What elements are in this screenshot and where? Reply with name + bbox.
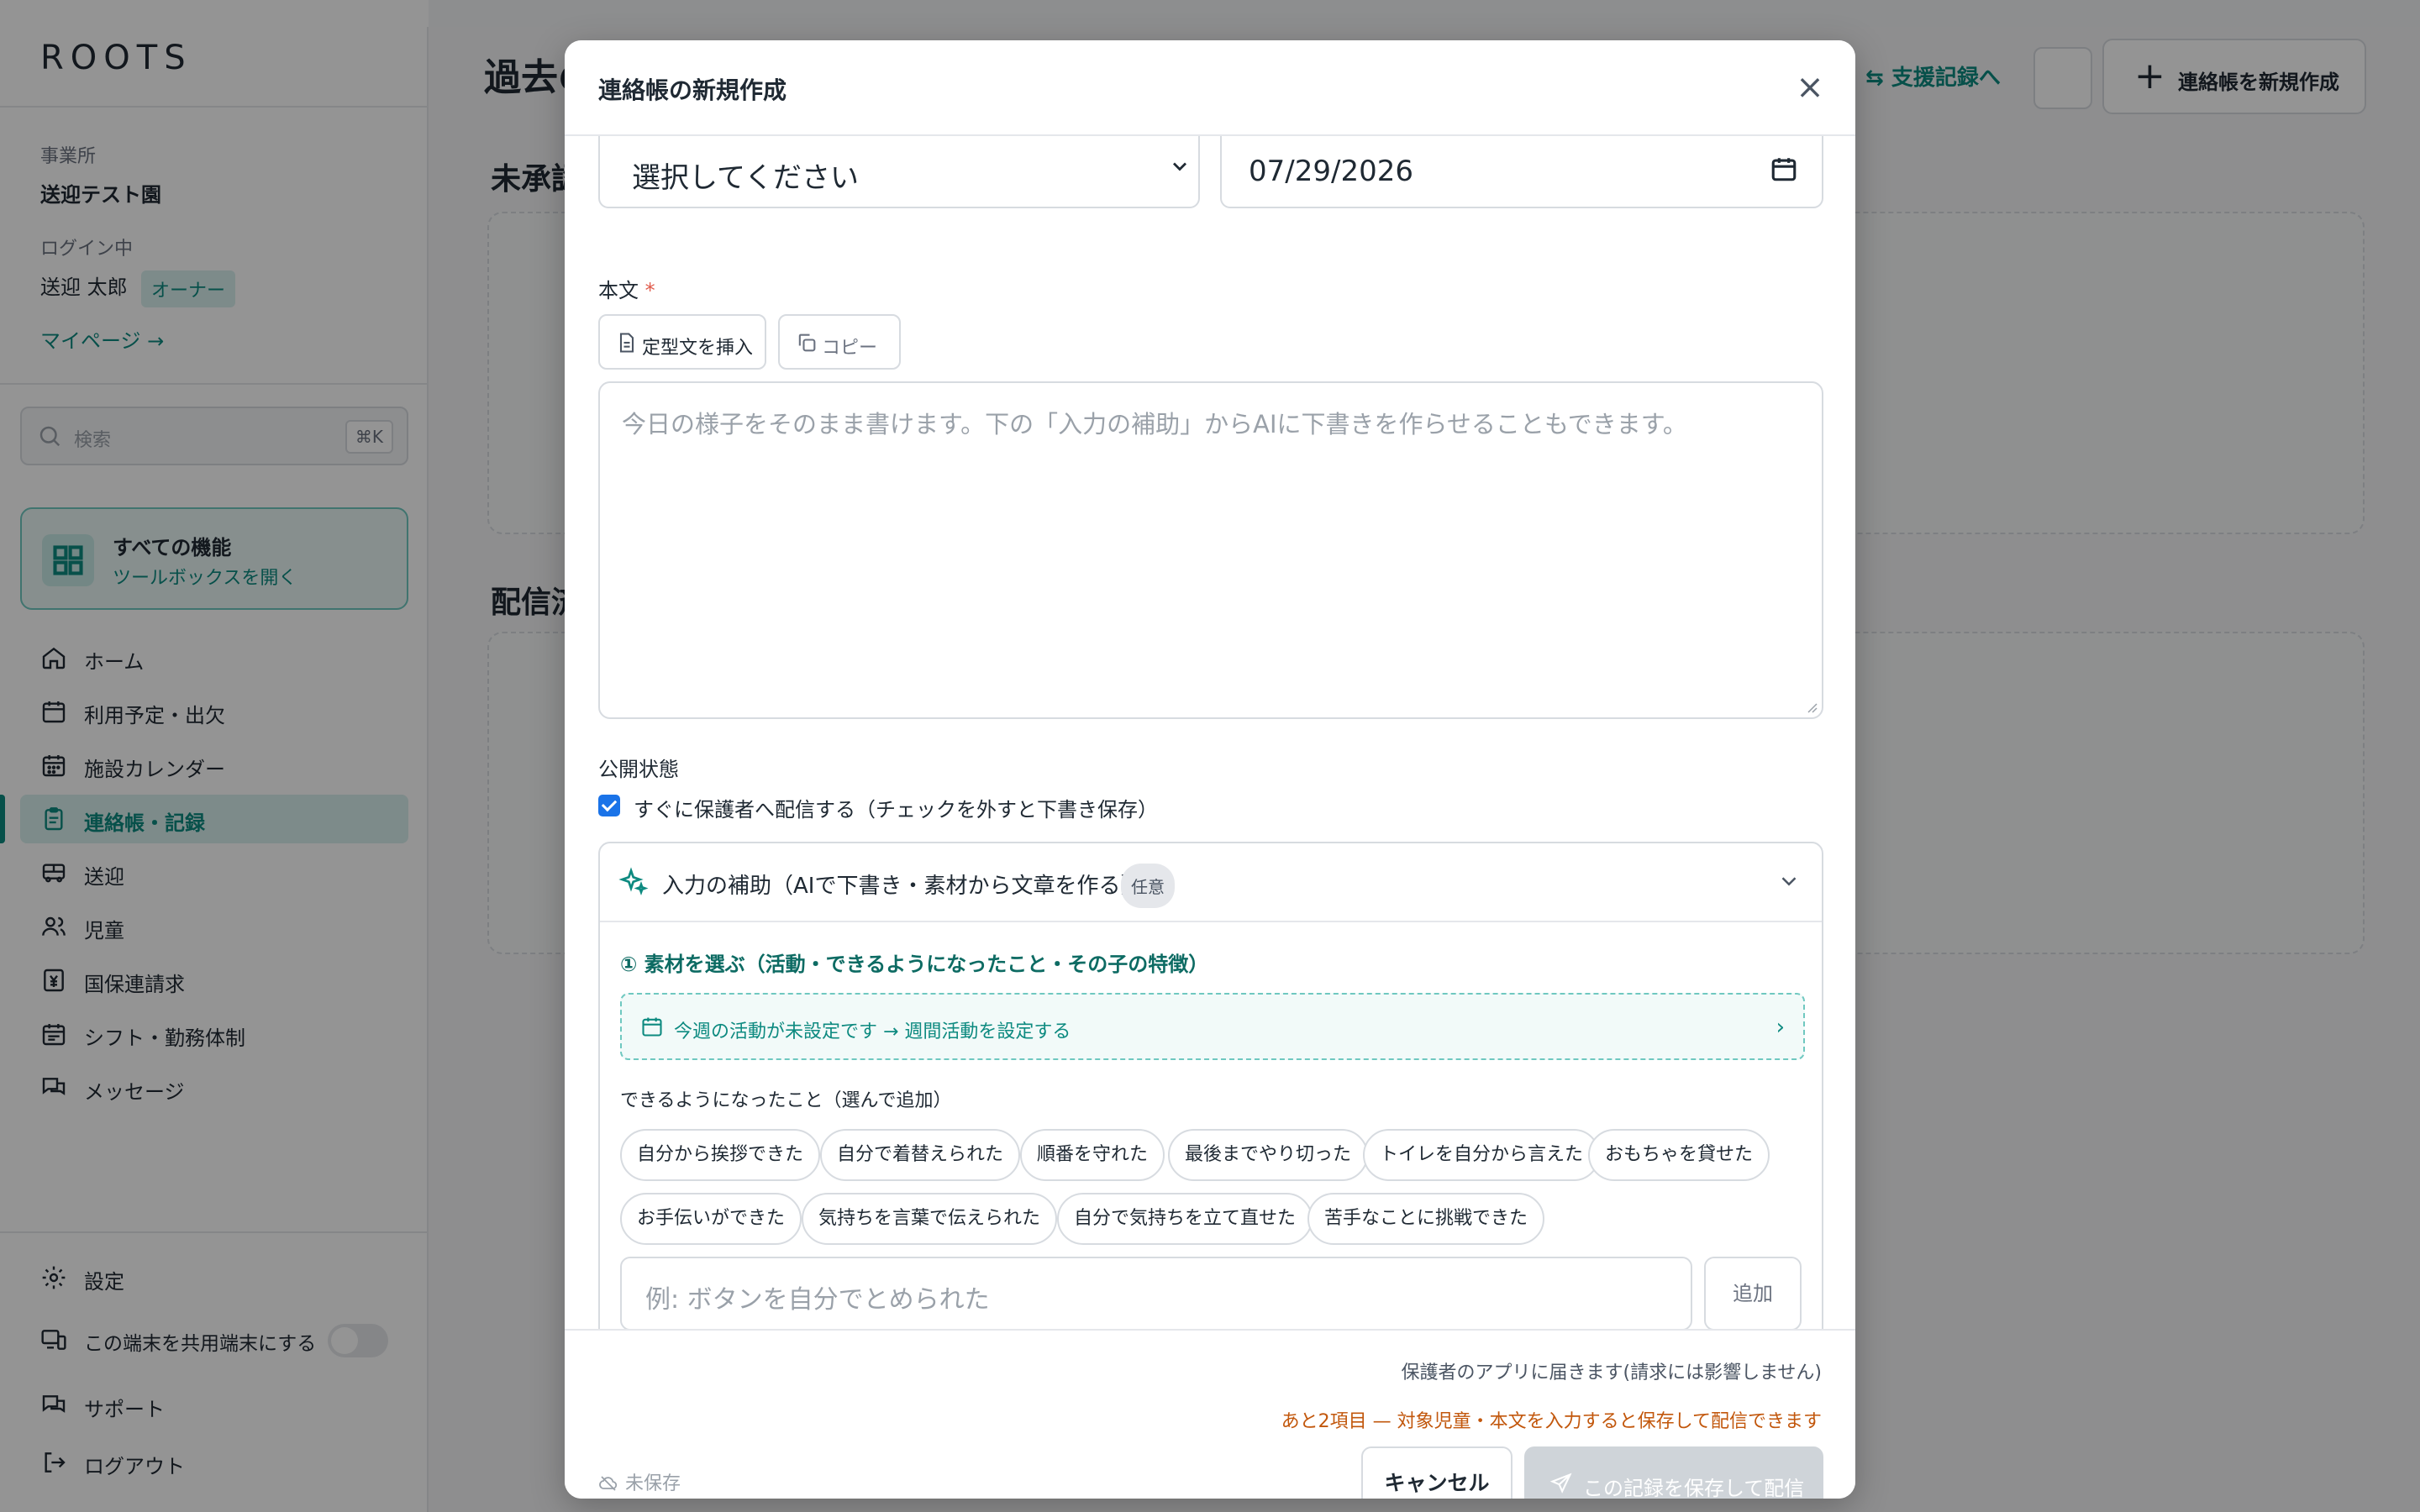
modal-header: 連絡帳の新規作成 × (565, 40, 1855, 136)
achievement-chip[interactable]: 自分で気持ちを立て直せた (1057, 1193, 1313, 1245)
save-and-send-button[interactable]: この記録を保存して配信 (1524, 1446, 1823, 1499)
modal-title: 連絡帳の新規作成 (598, 76, 787, 104)
achievement-chip[interactable]: おもちゃを貸せた (1588, 1129, 1770, 1181)
achievement-chip[interactable]: 自分から挨拶できた (620, 1129, 821, 1181)
footer-note: 保護者のアプリに届きます(請求には影響しません) (1401, 1362, 1822, 1383)
achievement-chip[interactable]: 最後までやり切った (1168, 1129, 1369, 1181)
cancel-button[interactable]: キャンセル (1361, 1446, 1512, 1499)
close-icon[interactable]: × (1790, 67, 1830, 108)
resize-handle-icon[interactable] (1805, 701, 1818, 714)
chevron-right-icon: › (1776, 1015, 1785, 1040)
required-mark: * (644, 279, 655, 302)
chevron-down-icon (1781, 877, 1797, 886)
copy-icon (798, 333, 816, 352)
add-achievement-button[interactable]: 追加 (1704, 1257, 1802, 1329)
modal-body: 選択してください 07/29/2026 本文 * 定型文を挿入 コピー 今日の様… (565, 136, 1855, 1329)
optional-badge: 任意 (1121, 864, 1175, 908)
date-input[interactable]: 07/29/2026 (1220, 136, 1823, 208)
footer-warning: あと2項目 — 対象児童・本文を入力すると保存して配信できます (1281, 1411, 1822, 1432)
achievement-chip[interactable]: お手伝いができた (620, 1193, 802, 1245)
achievement-chip[interactable]: 気持ちを言葉で伝えられた (802, 1193, 1058, 1245)
weekly-activity-link[interactable]: 今週の活動が未設定です → 週間活動を設定する › (620, 993, 1805, 1060)
cloud-off-icon (599, 1476, 618, 1491)
copy-button[interactable]: コピー (778, 314, 901, 370)
child-select[interactable]: 選択してください (598, 136, 1200, 208)
send-icon (1549, 1473, 1572, 1494)
calendar-icon (642, 1017, 662, 1037)
achievement-chip[interactable]: 順番を守れた (1020, 1129, 1165, 1181)
achievement-chip[interactable]: 苦手なことに挑戦できた (1307, 1193, 1545, 1245)
assist-panel: 入力の補助（AIで下書き・素材から文章を作る） 任意 ① 素材を選ぶ（活動・でき… (598, 842, 1823, 1329)
new-note-modal: 連絡帳の新規作成 × 選択してください 07/29/2026 本文 * 定型文を… (565, 40, 1855, 1499)
sparkles-icon (618, 867, 649, 895)
calendar-picker-icon[interactable] (1770, 155, 1798, 183)
chevron-down-icon (1173, 162, 1186, 171)
modal-footer: 保護者のアプリに届きます(請求には影響しません) あと2項目 — 対象児童・本文… (565, 1329, 1855, 1499)
assist-toggle[interactable]: 入力の補助（AIで下書き・素材から文章を作る） 任意 (600, 843, 1822, 922)
document-icon (619, 333, 634, 353)
achievement-chip[interactable]: トイレを自分から言えた (1363, 1129, 1601, 1181)
visibility-label: 公開状態 (598, 758, 679, 781)
publish-checkbox[interactable] (598, 795, 620, 816)
insert-template-button[interactable]: 定型文を挿入 (598, 314, 766, 370)
step1-title: ① 素材を選ぶ（活動・できるようになったこと・その子の特徴） (620, 953, 1209, 976)
body-textarea[interactable]: 今日の様子をそのまま書けます。下の「入力の補助」からAIに下書きを作らせることも… (598, 381, 1823, 719)
achievement-chip[interactable]: 自分で着替えられた (820, 1129, 1021, 1181)
achievement-input[interactable]: 例: ボタンを自分でとめられた (620, 1257, 1692, 1329)
unsaved-status: 未保存 (598, 1468, 681, 1495)
achievements-label: できるようになったこと（選んで追加） (620, 1090, 952, 1111)
body-label: 本文 * (598, 279, 655, 302)
publish-checkbox-label[interactable]: すぐに保護者へ配信する（チェックを外すと下書き保存） (634, 793, 1158, 822)
